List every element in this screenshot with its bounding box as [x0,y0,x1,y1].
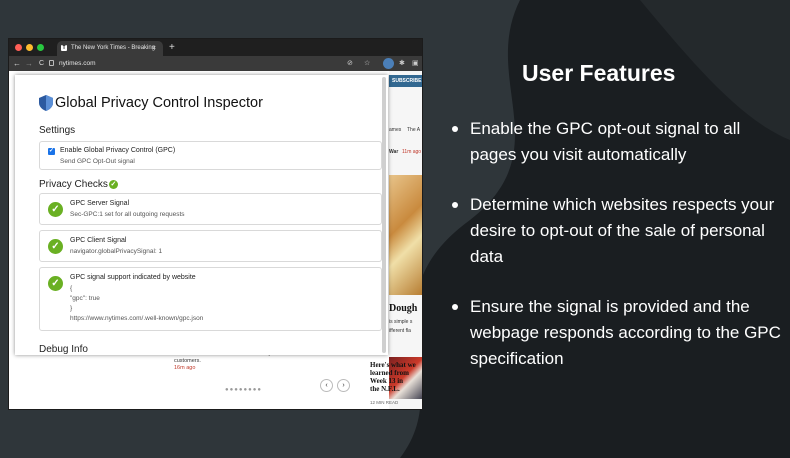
nyt-story-time: 11m ago [402,149,422,155]
privacy-checks-heading: Privacy Checks ✓ [39,179,118,190]
check-icon: ✓ [108,179,118,189]
back-button[interactable]: ← [13,56,21,71]
check-icon: ✓ [48,239,63,254]
tracking-icon[interactable]: ⊘ [347,56,353,71]
settings-heading: Settings [39,125,76,136]
check-card-server: ✓ GPC Server Signal Sec-GPC:1 set for al… [39,193,382,225]
subscribe-button[interactable]: SUBSCRIBE [389,75,422,87]
check-detail: } [70,305,73,312]
nyt-headline-dough[interactable]: Dough [389,303,417,314]
carousel-prev-button[interactable]: ‹ [320,379,333,392]
feature-item: Ensure the signal is provided and the we… [452,294,782,372]
feature-item: Determine which websites respects your d… [452,192,782,270]
nyt-nav-fragment[interactable]: ames [389,127,401,133]
headline-line: Here's what we [370,361,416,369]
feature-text: Determine which websites respects your d… [470,195,775,266]
sidebar-toggle-icon[interactable]: ▣ [412,56,419,71]
setting-sublabel: Send GPC Opt-Out signal [60,158,135,165]
feature-list: Enable the GPC opt-out signal to all pag… [452,116,782,396]
slide-heading: User Features [522,60,676,86]
nyt-story-label[interactable]: War [389,149,398,155]
nyt-nfl-headline[interactable]: Here's what we learned from Week 13 in t… [370,361,422,393]
carousel-dots[interactable]: ●●●●●●●● [225,387,262,393]
gpc-extension-icon[interactable] [383,58,394,69]
nyt-favicon-icon: T [61,45,67,51]
check-title: GPC Client Signal [70,237,127,244]
maximize-window-button[interactable] [37,44,44,51]
nyt-read-time: 12 MIN READ [370,400,399,405]
bullet-dot [452,126,458,132]
privacy-checks-label: Privacy Checks [39,179,108,190]
extensions-puzzle-icon[interactable]: ✱ [399,56,405,71]
bullet-dot [452,202,458,208]
feature-item: Enable the GPC opt-out signal to all pag… [452,116,782,168]
check-detail: navigator.globalPrivacySignal: 1 [70,248,163,255]
close-tab-icon[interactable]: × [152,41,156,56]
check-detail: "gpc": true [70,295,100,302]
browser-window: T The New York Times - Breaking × + ← → … [8,38,423,410]
popup-scrollbar[interactable] [382,77,386,353]
check-detail: { [70,285,73,292]
tab-bar: T The New York Times - Breaking × + [9,39,422,56]
bookmark-star-icon[interactable]: ☆ [364,56,370,71]
lock-icon[interactable] [49,60,54,66]
setting-label: Enable Global Privacy Control (GPC) [60,147,176,154]
forward-button[interactable]: → [25,56,33,71]
check-icon: ✓ [48,202,63,217]
nyt-right-column: SUBSCRIBE ames The A War 11m ago Dough i… [389,71,422,409]
new-tab-button[interactable]: + [169,40,175,55]
check-card-website: ✓ GPC signal support indicated by websit… [39,267,382,331]
browser-tab[interactable]: T The New York Times - Breaking [57,41,163,56]
reload-button[interactable]: C [39,56,44,71]
headline-line: Week 13 in [370,377,404,385]
headline-line: the N.F.L. [370,385,400,393]
feature-text: Enable the GPC opt-out signal to all pag… [470,119,741,164]
check-title: GPC Server Signal [70,200,130,207]
check-detail[interactable]: https://www.nytimes.com/.well-known/gpc.… [70,315,203,322]
headline-line: learned from [370,369,409,377]
check-detail: Sec-GPC:1 set for all outgoing requests [70,211,185,218]
nyt-food-image[interactable] [389,175,422,295]
snippet-time: 16m ago [174,365,196,371]
carousel-next-button[interactable]: › [337,379,350,392]
nyt-dough-line: ifferent fla [389,328,411,334]
snippet-line: customers. [174,358,201,364]
check-card-client: ✓ GPC Client Signal navigator.globalPriv… [39,230,382,262]
bullet-dot [452,304,458,310]
popup-title: Global Privacy Control Inspector [55,95,263,111]
address-bar: ← → C nytimes.com ⊘ ☆ ✱ ▣ [9,56,422,71]
check-icon: ✓ [48,276,63,291]
feature-text: Ensure the signal is provided and the we… [470,297,781,368]
close-window-button[interactable] [15,44,22,51]
shield-icon [39,95,53,111]
gpc-setting-card: ✓ Enable Global Privacy Control (GPC) Se… [39,141,382,170]
minimize-window-button[interactable] [26,44,33,51]
tab-title: The New York Times - Breaking [71,45,156,51]
debug-info-heading: Debug Info [39,344,88,355]
gpc-extension-popup: Global Privacy Control Inspector Setting… [15,75,388,355]
nyt-nav-fragment[interactable]: The A [407,127,420,133]
check-title: GPC signal support indicated by website [70,274,196,281]
url-input[interactable]: nytimes.com [59,56,95,71]
nyt-dough-line: is simple s [389,319,413,325]
gpc-enable-checkbox[interactable]: ✓ [48,148,55,155]
